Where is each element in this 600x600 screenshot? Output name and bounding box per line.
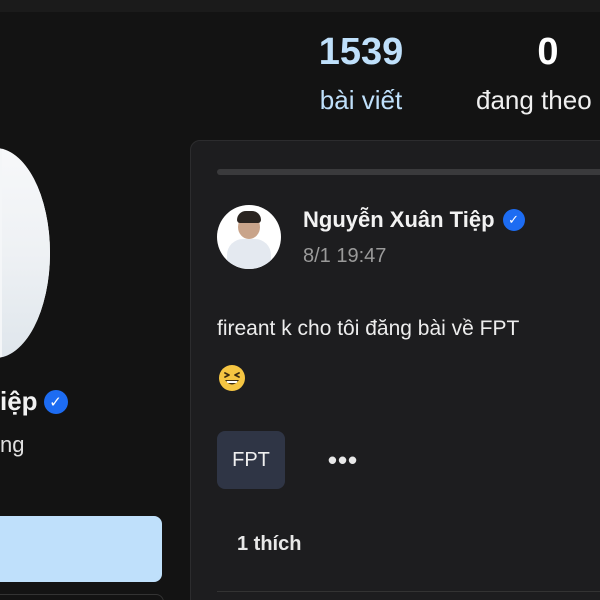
- like-count[interactable]: 1 thích: [237, 533, 301, 556]
- post-card: Nguyễn Xuân Tiệp ✓ 8/1 19:47 fireant k c…: [190, 140, 600, 600]
- post-text: fireant k cho tôi đăng bài về FPT: [217, 317, 520, 340]
- stat-posts-value: 1539: [318, 31, 404, 73]
- grinning-squinting-face-emoji: [219, 365, 245, 391]
- profile-page: iệp ✓ ng 1539 bài viết 0 đang theo Nguyễ…: [0, 0, 600, 600]
- stat-posts[interactable]: 1539 bài viết: [296, 30, 426, 116]
- card-top-bar: [217, 169, 600, 175]
- card-divider: [217, 591, 600, 592]
- author-name-row: Nguyễn Xuân Tiệp ✓: [303, 207, 525, 233]
- profile-avatar[interactable]: [0, 148, 50, 358]
- profile-name: iệp: [0, 386, 38, 416]
- profile-subtext: ng: [0, 432, 25, 457]
- stat-following[interactable]: 0 đang theo: [468, 30, 600, 116]
- more-options-button[interactable]: •••: [323, 441, 363, 479]
- author-avatar-hair: [237, 211, 261, 223]
- profile-name-row: iệp ✓: [0, 386, 68, 417]
- stat-following-label: đang theo: [476, 85, 592, 115]
- author-avatar[interactable]: [217, 205, 281, 269]
- stat-following-value: 0: [537, 31, 559, 73]
- profile-avatar-image: [2, 148, 50, 358]
- verified-check-icon: ✓: [43, 389, 68, 414]
- profile-panel: iệp ✓ ng: [0, 0, 190, 600]
- tag-chip-fpt[interactable]: FPT: [217, 431, 285, 489]
- verified-check-icon: ✓: [502, 209, 525, 231]
- author-avatar-shirt: [227, 239, 271, 269]
- author-name[interactable]: Nguyễn Xuân Tiệp: [303, 207, 495, 233]
- post-time[interactable]: 8/1 19:47: [303, 245, 386, 268]
- follow-button[interactable]: [0, 516, 162, 582]
- secondary-button[interactable]: [0, 594, 164, 600]
- stat-posts-label: bài viết: [319, 85, 403, 115]
